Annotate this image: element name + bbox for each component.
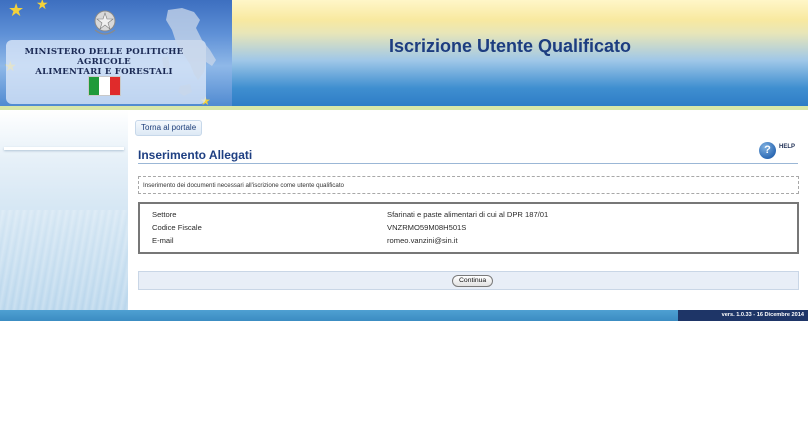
- republic-emblem-icon: [94, 10, 116, 35]
- help-icon[interactable]: ?: [759, 142, 776, 159]
- version-label: vers. 1.0.33 - 16 Dicembre 2014: [678, 310, 808, 321]
- user-details-panel: Settore Sfarinati e paste alimentari di …: [138, 202, 799, 254]
- help-button[interactable]: ? HELP: [759, 142, 795, 159]
- detail-label-settore: Settore: [152, 210, 177, 219]
- ministry-banner: ★ ★ ★ ★ MINISTERO DELLE POLITICHE AGRICO…: [0, 0, 232, 110]
- footer-bar: vers. 1.0.33 - 16 Dicembre 2014: [0, 310, 808, 321]
- detail-value-settore: Sfarinati e paste alimentari di cui al D…: [387, 210, 549, 219]
- italian-flag-icon: [88, 76, 121, 96]
- ministry-name: MINISTERO DELLE POLITICHE AGRICOLE ALIME…: [6, 47, 202, 77]
- detail-value-codice-fiscale: VNZRMO59M08H501S: [387, 223, 467, 232]
- main-content: Torna al portale Inserimento Allegati ? …: [128, 110, 808, 310]
- sidebar-decoration: [0, 210, 128, 310]
- detail-label-codice-fiscale: Codice Fiscale: [152, 223, 202, 232]
- info-message-text: Inserimento dei documenti necessari all'…: [143, 182, 345, 189]
- title-underline: [138, 163, 798, 164]
- star-icon: ★: [8, 0, 25, 21]
- page-title: Inserimento Allegati: [138, 148, 253, 162]
- app-title: Iscrizione Utente Qualificato: [388, 36, 632, 56]
- info-message: Inserimento dei documenti necessari all'…: [138, 176, 799, 194]
- back-to-portal-button[interactable]: Torna al portale: [135, 120, 203, 136]
- sidebar: [0, 110, 128, 310]
- detail-value-email: romeo.vanzini@sin.it: [387, 236, 458, 245]
- sidebar-divider: [4, 147, 124, 150]
- detail-label-email: E-mail: [152, 236, 174, 245]
- ministry-name-line1: MINISTERO DELLE POLITICHE AGRICOLE: [24, 47, 184, 67]
- help-label[interactable]: HELP: [779, 144, 795, 150]
- continue-button[interactable]: Continua: [452, 275, 494, 287]
- app-header: ★ ★ ★ ★ MINISTERO DELLE POLITICHE AGRICO…: [0, 0, 808, 110]
- action-bar: Continua: [138, 271, 799, 290]
- star-icon: ★: [36, 0, 49, 13]
